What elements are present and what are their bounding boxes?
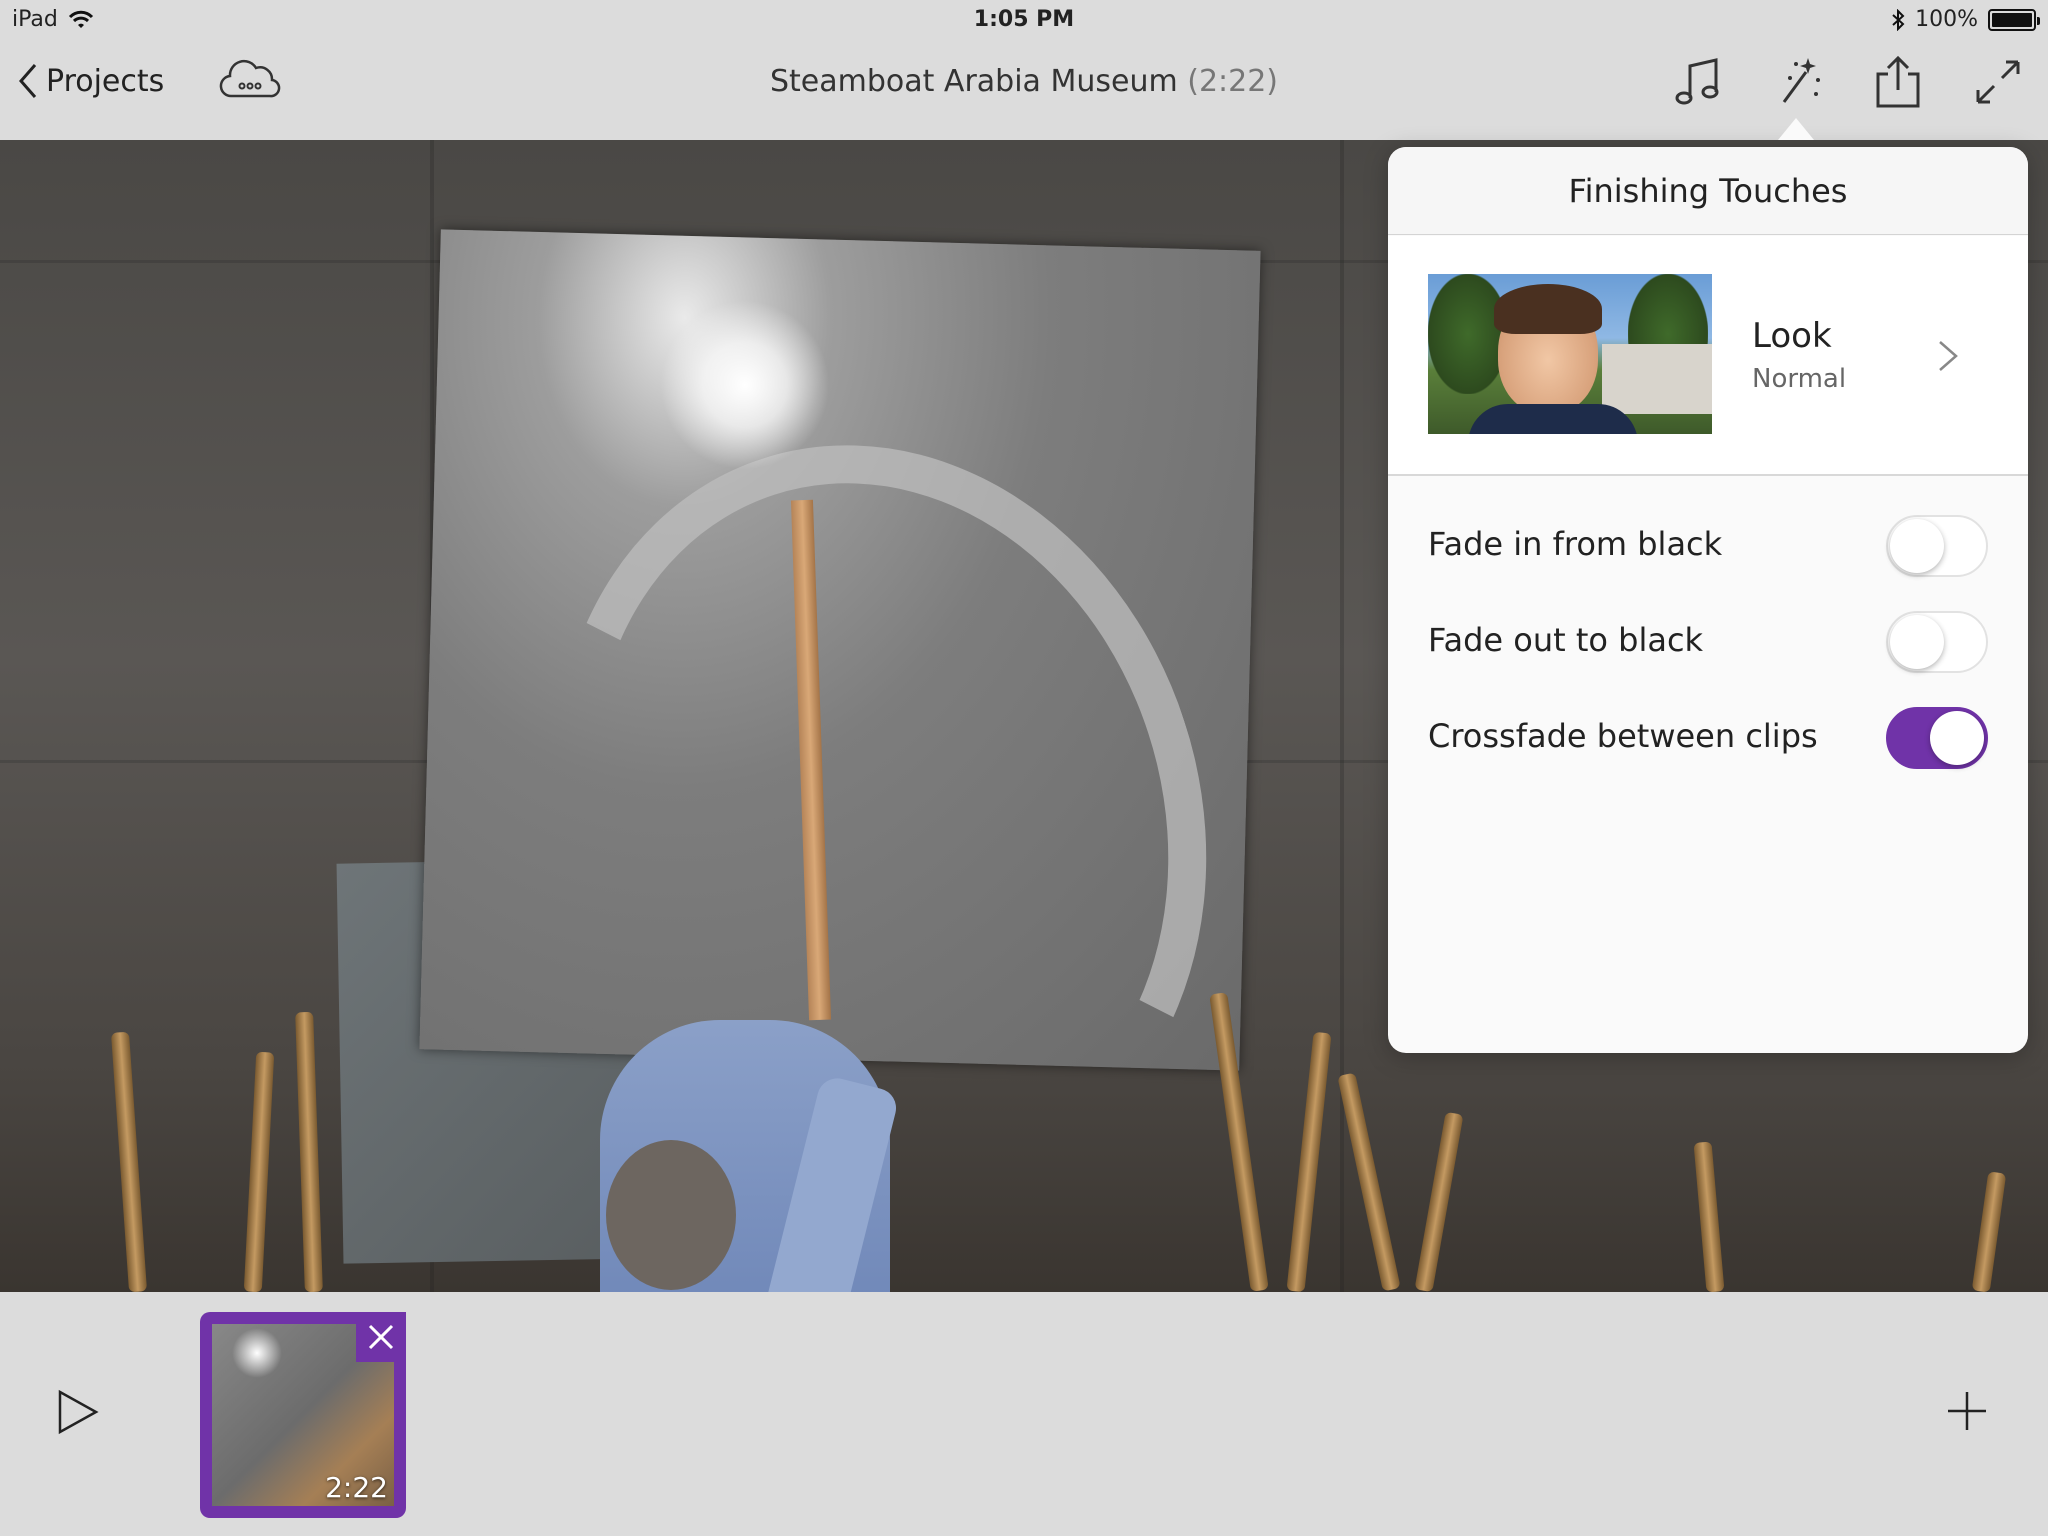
light-flare <box>660 300 830 470</box>
look-row[interactable]: Look Normal <box>1388 236 2028 476</box>
fade-in-toggle[interactable] <box>1886 515 1988 577</box>
battery-icon <box>1988 8 2040 31</box>
popover-title: Finishing Touches <box>1388 147 2028 235</box>
look-title: Look <box>1752 316 1832 356</box>
play-icon[interactable] <box>56 1388 100 1436</box>
battery-percent: 100% <box>1915 7 1978 32</box>
project-title: Steamboat Arabia Museum (2:22) <box>0 64 2048 99</box>
status-time: 1:05 PM <box>973 7 1075 32</box>
fade-out-label: Fade out to black <box>1428 621 1704 659</box>
status-right: 100% <box>1891 7 2040 32</box>
fade-in-label: Fade in from black <box>1428 525 1723 563</box>
timeline-clip[interactable]: 2:22 <box>200 1312 406 1518</box>
bluetooth-icon <box>1892 8 1905 31</box>
fade-out-toggle[interactable] <box>1886 611 1988 673</box>
fullscreen-icon[interactable] <box>1970 54 2026 110</box>
popover-arrow <box>1778 118 1814 140</box>
project-name: Steamboat Arabia Museum <box>769 64 1178 99</box>
finishing-touches-popover: Finishing Touches Look Normal Fade in fr… <box>1388 147 2028 1053</box>
fade-out-option: Fade out to black <box>1388 593 2028 689</box>
nav-bar: Projects Steamboat Arabia Museum (2:22) <box>0 40 2048 140</box>
music-icon[interactable] <box>1670 54 1726 110</box>
close-icon[interactable] <box>356 1312 406 1362</box>
status-bar: iPad 1:05 PM 100% <box>0 0 2048 40</box>
magic-wand-icon[interactable] <box>1770 54 1826 110</box>
look-thumbnail <box>1428 274 1712 434</box>
clip-duration: 2:22 <box>325 1471 388 1504</box>
project-duration: (2:22) <box>1187 64 1279 99</box>
fade-in-option: Fade in from black <box>1388 497 2028 593</box>
crossfade-toggle[interactable] <box>1886 707 1988 769</box>
crossfade-option: Crossfade between clips <box>1388 689 2028 785</box>
add-icon[interactable] <box>1946 1390 1988 1432</box>
timeline: 2:22 <box>0 1292 2048 1536</box>
crossfade-label: Crossfade between clips <box>1428 717 1818 755</box>
share-icon[interactable] <box>1870 54 1926 110</box>
look-value: Normal <box>1752 364 1847 394</box>
chevron-right-icon <box>1939 341 1958 371</box>
